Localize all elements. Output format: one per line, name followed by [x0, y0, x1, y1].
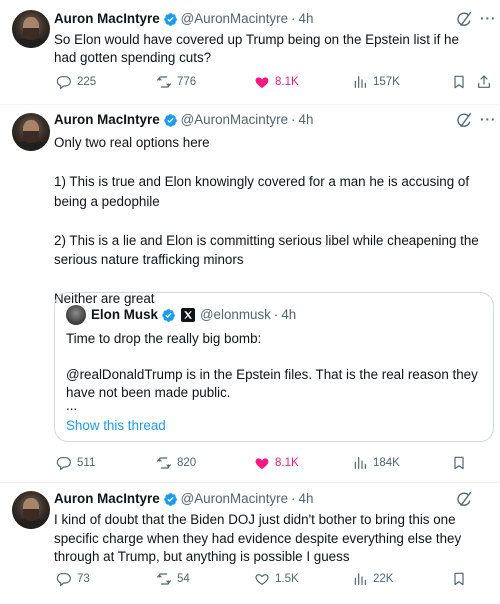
view-count: 157K	[373, 76, 400, 88]
avatar[interactable]	[12, 113, 50, 151]
quoted-text: Time to drop the really big bomb: @realD…	[66, 331, 478, 400]
tweet-actions: 73 54 1.5K 22K	[54, 569, 484, 589]
bookmark-icon[interactable]	[451, 74, 467, 90]
timestamp[interactable]: 4h	[299, 111, 314, 129]
tweet-1[interactable]: Auron MacIntyre @AuronMacintyre · 4h ···…	[0, 0, 500, 104]
reply-count: 511	[77, 457, 96, 469]
tweet-text: So Elon would have covered up Trump bein…	[54, 32, 459, 65]
repost-icon	[156, 74, 172, 90]
reply-icon	[56, 571, 72, 587]
view-count: 22K	[373, 573, 394, 585]
quoted-author-handle[interactable]: @elonmusk	[200, 306, 271, 324]
tweet-header: Auron MacIntyre @AuronMacintyre · 4h	[54, 490, 313, 508]
views-icon	[352, 74, 368, 90]
views-icon	[352, 571, 368, 587]
reply-icon	[56, 455, 72, 471]
quoted-header: Elon Musk @elonmusk · 4h	[91, 306, 296, 324]
grok-icon[interactable]	[455, 490, 473, 508]
reply-icon	[56, 74, 72, 90]
views-button[interactable]: 22K	[352, 569, 393, 589]
bookmark-icon[interactable]	[451, 571, 467, 587]
more-icon[interactable]: ···	[480, 111, 498, 129]
like-icon	[254, 571, 270, 587]
separator-dot: ·	[273, 307, 279, 322]
reply-button[interactable]: 73	[56, 569, 90, 589]
more-icon[interactable]: ···	[480, 10, 498, 28]
tweet-header: Auron MacIntyre @AuronMacintyre · 4h	[54, 111, 313, 129]
repost-button[interactable]: 776	[156, 72, 196, 92]
like-button[interactable]: 8.1K	[254, 453, 299, 473]
reply-button[interactable]: 225	[56, 72, 96, 92]
like-button[interactable]: 8.1K	[254, 72, 299, 92]
avatar[interactable]	[12, 491, 50, 529]
reply-count: 73	[77, 573, 90, 585]
grok-icon[interactable]	[455, 111, 473, 129]
separator-dot: ·	[291, 112, 296, 127]
author-handle[interactable]: @AuronMacintyre	[181, 111, 288, 129]
tweet-text: I kind of doubt that the Biden DOJ just …	[54, 512, 462, 564]
quoted-tweet[interactable]: Elon Musk @elonmusk · 4h Time to drop th…	[54, 292, 494, 442]
view-count: 184K	[373, 457, 400, 469]
quoted-avatar[interactable]	[66, 305, 86, 325]
verified-badge-icon	[163, 492, 178, 507]
reply-count: 225	[77, 76, 97, 88]
author-name[interactable]: Auron MacIntyre	[54, 10, 160, 28]
avatar[interactable]	[12, 10, 50, 48]
like-count: 8.1K	[275, 457, 299, 469]
like-icon	[254, 455, 270, 471]
quoted-ellipsis: ...	[66, 398, 78, 413]
separator-dot: ·	[291, 491, 296, 506]
repost-button[interactable]: 54	[156, 569, 190, 589]
verified-badge-icon	[163, 12, 178, 27]
tweet-header: Auron MacIntyre @AuronMacintyre · 4h	[54, 10, 313, 28]
bookmark-icon[interactable]	[451, 455, 467, 471]
quoted-timestamp[interactable]: 4h	[281, 306, 296, 324]
share-icon[interactable]	[476, 74, 492, 90]
tweet-3[interactable]: Auron MacIntyre @AuronMacintyre · 4h I k…	[0, 483, 500, 604]
reply-button[interactable]: 511	[56, 453, 95, 473]
author-handle[interactable]: @AuronMacintyre	[181, 490, 288, 508]
separator-dot: ·	[291, 11, 296, 26]
views-button[interactable]: 157K	[352, 72, 400, 92]
like-icon	[254, 74, 270, 90]
author-name[interactable]: Auron MacIntyre	[54, 490, 160, 508]
repost-count: 820	[177, 457, 197, 469]
timestamp[interactable]: 4h	[299, 10, 314, 28]
repost-count: 54	[177, 573, 190, 585]
verified-badge-icon	[161, 308, 176, 323]
show-thread-link[interactable]: Show this thread	[66, 417, 166, 435]
like-count: 1.5K	[275, 573, 299, 585]
author-name[interactable]: Auron MacIntyre	[54, 111, 160, 129]
repost-icon	[156, 455, 172, 471]
x-affiliate-icon	[180, 308, 195, 322]
like-count: 8.1K	[275, 76, 299, 88]
repost-count: 776	[177, 76, 197, 88]
tweet-actions: 225 776 8.1K 157K	[54, 72, 484, 92]
views-button[interactable]: 184K	[352, 453, 400, 473]
quoted-author-name[interactable]: Elon Musk	[91, 306, 158, 324]
tweet-text: Only two real options here 1) This is tr…	[54, 135, 479, 306]
grok-icon[interactable]	[455, 10, 473, 28]
repost-icon	[156, 571, 172, 587]
timestamp[interactable]: 4h	[299, 490, 314, 508]
views-icon	[352, 455, 368, 471]
repost-button[interactable]: 820	[156, 453, 196, 473]
verified-badge-icon	[163, 113, 178, 128]
like-button[interactable]: 1.5K	[254, 569, 299, 589]
author-handle[interactable]: @AuronMacintyre	[181, 10, 288, 28]
tweet-actions: 511 820 8.1K 184K	[54, 453, 484, 473]
